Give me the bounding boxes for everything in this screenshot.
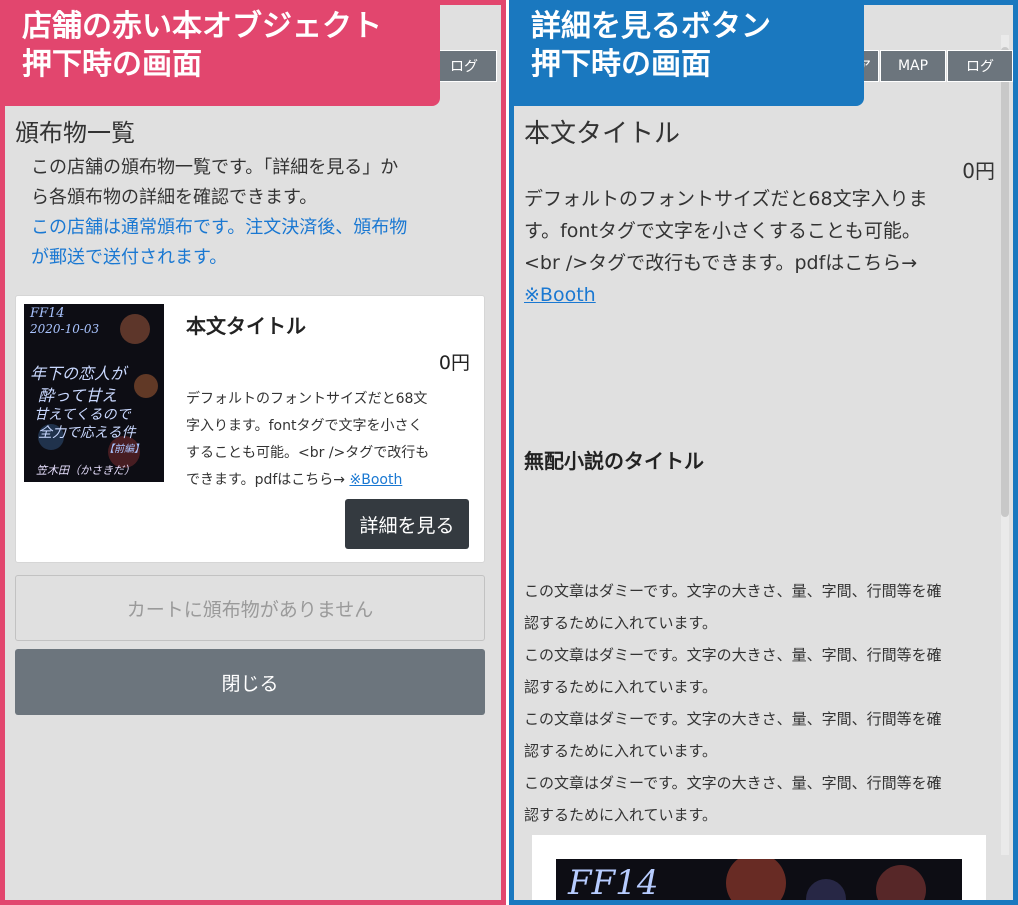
dummy-line-1: この文章はダミーです。文字の大きさ、量、字間、行間等を確 [524, 582, 942, 600]
cover-text-line7: 【前編】 [104, 444, 144, 455]
detail-title: 本文タイトル [524, 119, 681, 149]
dummy-line-3: この文章はダミーです。文字の大きさ、量、字間、行間等を確 [524, 646, 942, 664]
dummy-line-8: 認するために入れています。 [524, 806, 718, 824]
booth-link[interactable]: ※Booth [349, 472, 402, 488]
detail-desc-line1: デフォルトのフォントサイズだと68文字入りま [524, 188, 928, 210]
cover-text-line6: 全力で応える件 [38, 425, 136, 441]
item-text-line4: できます。pdfはこちら→ [186, 472, 350, 488]
cover-text-line4: 酔って甘え [38, 386, 118, 405]
item-card: FF14 2020-10-03 年下の恋人が 酔って甘え 甘えてくるので 全力で… [15, 295, 485, 563]
left-screen-panel: 店舗の赤い本オブジェクト 押下時の画面 ログ 頒布物一覧 この店舗の頒布物一覧で… [0, 0, 506, 905]
right-caption: 詳細を見るボタン 押下時の画面 [514, 5, 864, 106]
cover-text-line5: 甘えてくるので [34, 407, 131, 423]
cover-author: 笠木田（かさきだ） [36, 464, 135, 477]
item-title: 本文タイトル [186, 314, 306, 338]
map-button[interactable]: MAP [880, 50, 946, 82]
dummy-line-2: 認するために入れています。 [524, 614, 718, 632]
cover-title-ff14: FF14 [30, 306, 65, 321]
store-notice-line1: この店舗は通常頒布です。注文決済後、頒布物 [31, 217, 408, 238]
item-text-line1: デフォルトのフォントサイズだと68文 [186, 391, 428, 407]
booth-link[interactable]: ※Booth [524, 279, 1004, 311]
store-notice-line2: が郵送で送付されます。 [31, 247, 228, 268]
left-top-nav: ログ [431, 50, 497, 82]
novel-title: 無配小説のタイトル [524, 449, 704, 473]
dummy-line-6: 認するために入れています。 [524, 742, 718, 760]
detail-cover-title: FF14 [568, 863, 659, 903]
item-price: 0円 [438, 352, 470, 374]
left-caption: 店舗の赤い本オブジェクト 押下時の画面 [5, 5, 440, 106]
cover-text-line3: 年下の恋人が [30, 364, 127, 383]
dummy-text-block: この文章はダミーです。文字の大きさ、量、字間、行間等を確 認するために入れていま… [524, 575, 1004, 831]
dummy-line-5: この文章はダミーです。文字の大きさ、量、字間、行間等を確 [524, 710, 942, 728]
detail-cover-frame: FF14 [532, 835, 986, 903]
detail-desc-line2: す。fontタグで文字を小さくすることも可能。 [524, 220, 921, 242]
left-caption-line1: 店舗の赤い本オブジェクト [22, 9, 382, 44]
login-button[interactable]: ログ [947, 50, 1013, 82]
detail-cover-image: FF14 [556, 859, 962, 903]
item-text-line3: することも可能。<br />タグで改行も [186, 445, 430, 461]
item-cover-image: FF14 2020-10-03 年下の恋人が 酔って甘え 甘えてくるので 全力で… [24, 304, 164, 482]
cover-date: 2020-10-03 [30, 322, 100, 336]
left-caption-line2: 押下時の画面 [22, 47, 202, 82]
right-caption-line2: 押下時の画面 [531, 47, 711, 82]
cart-empty-button[interactable]: カートに頒布物がありません [15, 575, 485, 641]
right-screen-panel: 詳細を見るボタン 押下時の画面 ア MAP ログ 本文タイトル 0円 デフォルト… [509, 0, 1018, 905]
store-description-line1: この店舗の頒布物一覧です。「詳細を見る」か [31, 157, 399, 178]
view-detail-button[interactable]: 詳細を見る [345, 499, 469, 549]
dummy-line-7: この文章はダミーです。文字の大きさ、量、字間、行間等を確 [524, 774, 942, 792]
right-top-nav: ア MAP ログ [849, 50, 1013, 82]
dummy-line-4: 認するために入れています。 [524, 678, 718, 696]
login-button[interactable]: ログ [431, 50, 497, 82]
detail-desc-line3: <br />タグで改行もできます。pdfはこちら→ [524, 252, 918, 274]
close-button[interactable]: 閉じる [15, 649, 485, 715]
store-description-line2: ら各頒布物の詳細を確認できます。 [31, 187, 318, 208]
detail-price: 0円 [962, 159, 995, 183]
item-text-line2: 字入ります。fontタグで文字を小さく [186, 418, 423, 434]
right-caption-line1: 詳細を見るボタン [531, 9, 771, 44]
page-title: 頒布物一覧 [15, 119, 135, 147]
